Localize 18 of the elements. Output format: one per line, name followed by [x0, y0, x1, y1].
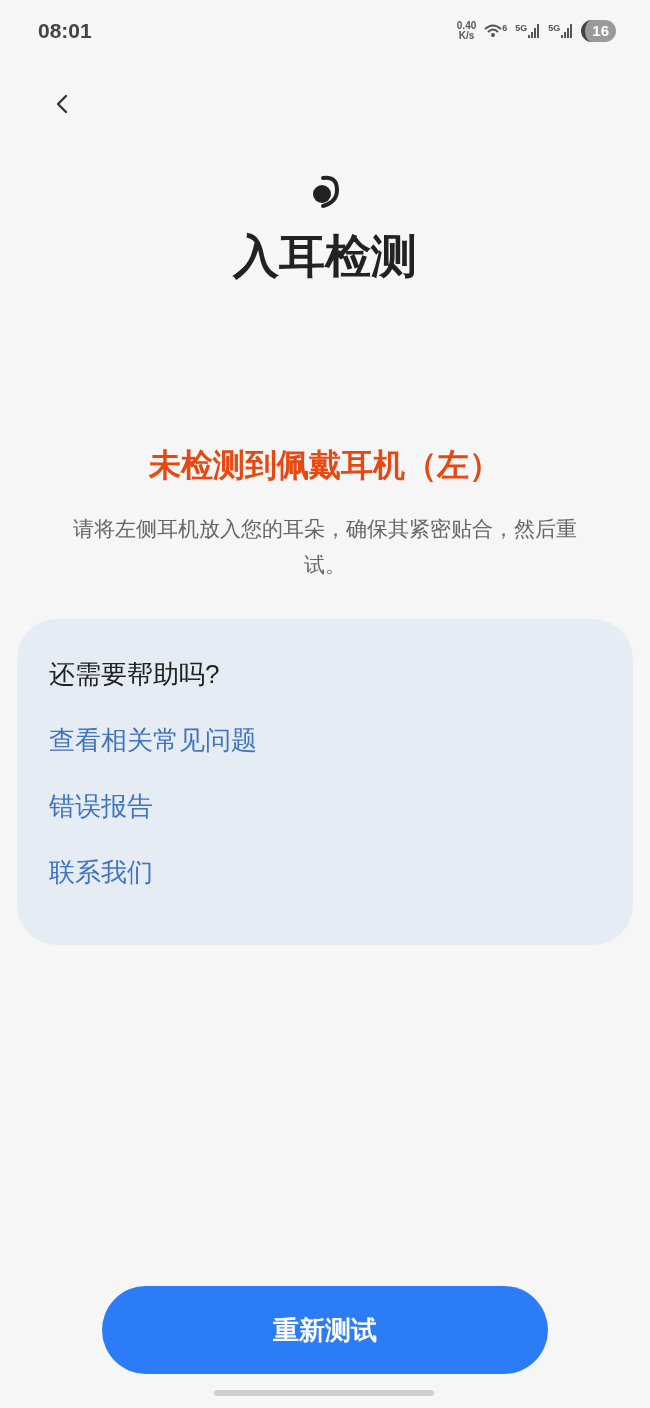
help-heading: 还需要帮助吗? [49, 658, 221, 691]
help-link[interactable]: 联系我们 [49, 852, 153, 892]
retest-button[interactable]: 重新测试 [102, 1286, 548, 1374]
help-link[interactable]: 查看相关常见问题 [49, 720, 257, 760]
wifi-icon [484, 24, 503, 38]
clock: 08:01 [38, 18, 92, 45]
speed-unit: K/s [458, 31, 475, 41]
battery-indicator: 16 [581, 20, 616, 42]
network-label: 5G [548, 24, 561, 33]
wifi-label: 6 [502, 24, 508, 33]
speed-value: 0.40 [456, 21, 477, 31]
network-label: 5G [515, 24, 528, 33]
instruction-text: 请将左侧耳机放入您的耳朵，确保其紧密贴合，然后重试。 [72, 516, 578, 578]
signal-icon [528, 24, 541, 38]
page-title: 入耳检测 [233, 229, 417, 284]
signal-icon [561, 24, 574, 38]
help-link[interactable]: 错误报告 [49, 786, 153, 826]
error-message: 未检测到佩戴耳机（左） [149, 446, 501, 485]
